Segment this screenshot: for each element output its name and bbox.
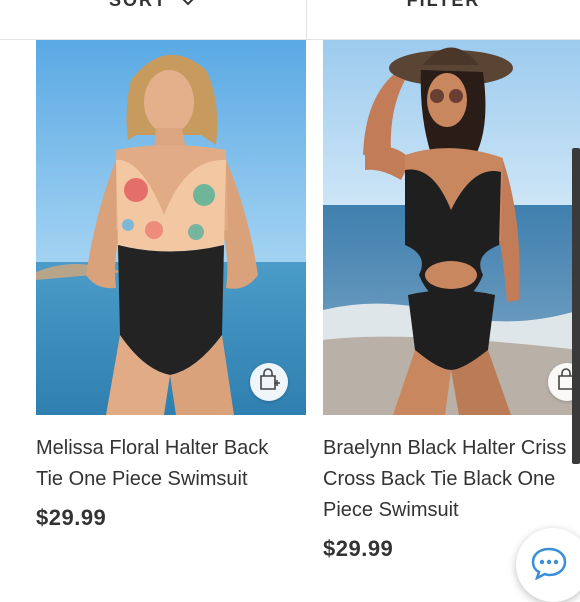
swimsuit-photo-black [323,40,580,415]
product-title[interactable]: Melissa Floral Halter Back Tie One Piece… [36,433,298,495]
product-card[interactable]: Melissa Floral Halter Back Tie One Piece… [36,40,306,531]
product-title[interactable]: Braelynn Black Halter Criss Cross Back T… [323,433,580,526]
chevron-down-icon [179,0,197,11]
product-price: $29.99 [36,505,107,530]
add-to-bag-icon [257,367,281,397]
filter-button[interactable]: FILTER [307,0,580,14]
sort-filter-bar: SORT FILTER [0,0,580,40]
swimsuit-photo-floral [36,40,306,415]
product-card[interactable]: Braelynn Black Halter Criss Cross Back T… [323,40,580,562]
sort-label: SORT [109,0,167,11]
product-image[interactable] [36,40,306,415]
sort-button[interactable]: SORT [0,0,306,14]
chat-button[interactable] [516,528,580,602]
add-to-bag-button[interactable] [250,363,288,401]
product-image[interactable] [323,40,580,415]
filter-label: FILTER [407,0,481,11]
scrollbar[interactable] [572,148,580,464]
